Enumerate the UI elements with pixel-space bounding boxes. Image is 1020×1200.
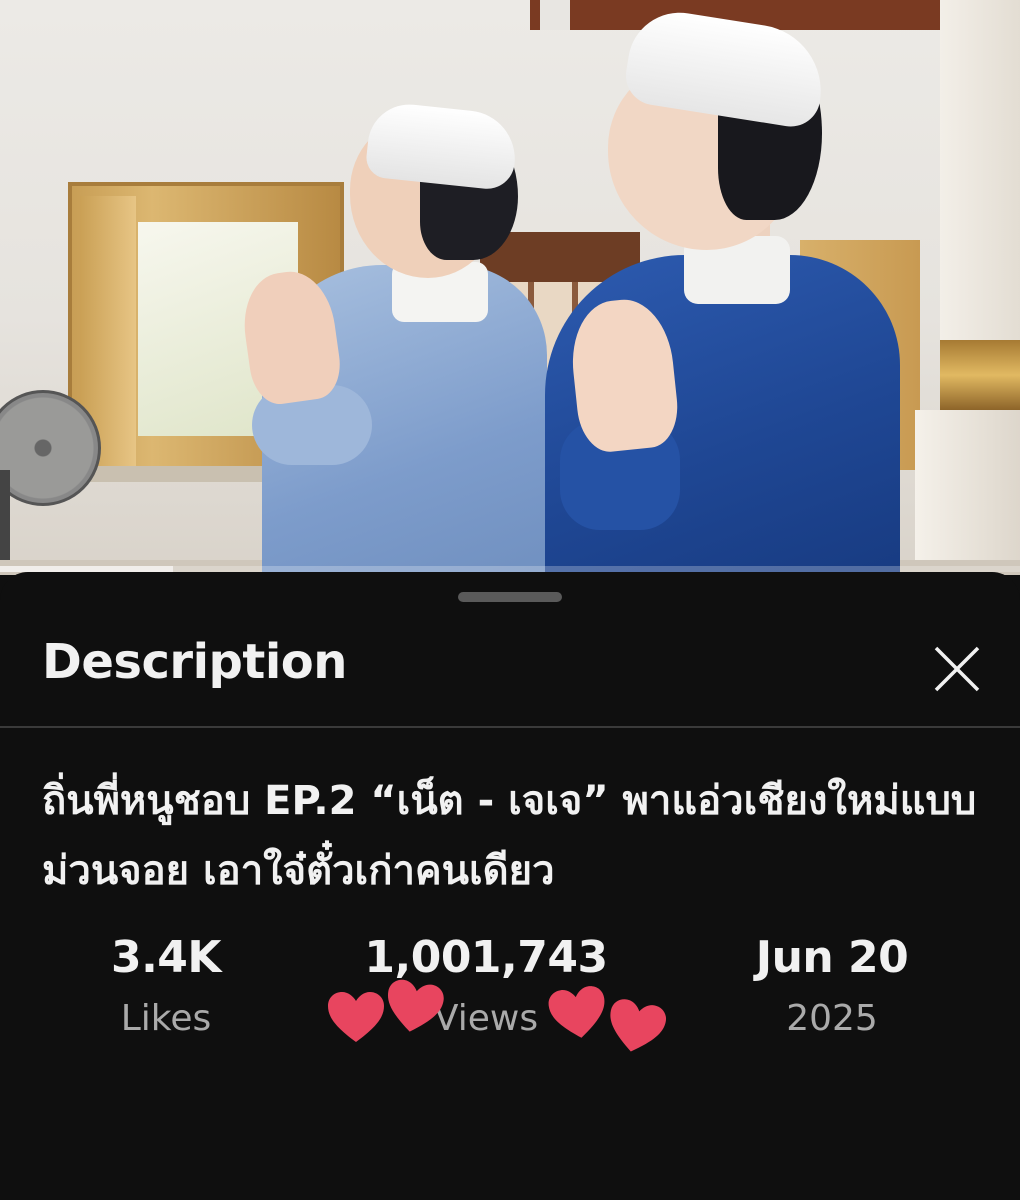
pillar-base [915, 410, 1020, 575]
heart-icon [548, 986, 605, 1038]
sheet-title: Description [42, 634, 347, 690]
person-left-headwrap [364, 100, 520, 192]
video-title: ถิ่นพี่หนูชอบ EP.2 “เน็ต - เจเจ” พาแอ่วเ… [42, 778, 977, 894]
ceiling-detail [540, 0, 570, 30]
views-count: 1,001,743 [364, 932, 608, 983]
drag-handle[interactable] [458, 592, 562, 602]
publish-date: Jun 20 [755, 932, 909, 983]
likes-count: 3.4K [110, 932, 222, 983]
publish-year: 2025 [786, 998, 878, 1039]
close-button[interactable] [924, 636, 990, 702]
date-stat: Jun 20 2025 [672, 930, 992, 1046]
video-player[interactable] [0, 0, 1020, 575]
heart-icon [328, 992, 384, 1042]
likes-label: Likes [120, 998, 212, 1039]
likes-stat: 3.4K Likes [6, 930, 326, 1046]
stats-row: 3.4K Likes 1,001,743 Views Jun 20 2025 [0, 930, 1020, 1070]
pillar-gold-band [940, 340, 1020, 410]
divider [0, 726, 1020, 728]
heart-icon [387, 979, 444, 1032]
close-icon [934, 646, 980, 692]
description-sheet: Description ถิ่นพี่หนูชอบ EP.2 “เน็ต - เ… [0, 572, 1020, 1200]
